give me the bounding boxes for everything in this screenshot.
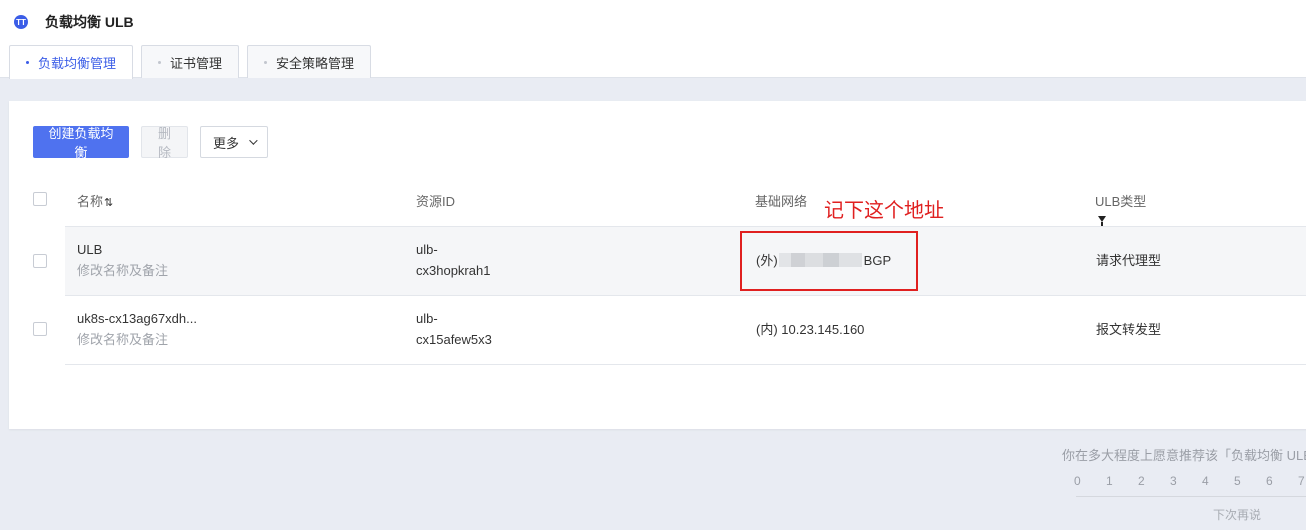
resource-id-line1: ulb-: [416, 242, 438, 257]
top-header: TT 负载均衡 ULB 负载均衡管理 证书管理 安全策略管理: [0, 0, 1306, 79]
column-header-name[interactable]: 名称⇅: [77, 191, 113, 210]
toolbar: 创建负载均衡 删除 更多: [33, 126, 268, 160]
annotation-highlight-box: [740, 231, 918, 291]
remind-later-link[interactable]: 下次再说: [1213, 506, 1261, 523]
column-header-resource-id: 资源ID: [416, 194, 456, 209]
tab-ulb-management[interactable]: 负载均衡管理: [9, 45, 134, 79]
chevron-down-icon: [249, 136, 258, 145]
table-bottom-border: [65, 364, 1306, 365]
tab-dot-icon: [264, 60, 268, 64]
resource-id-cell: ulb- cx15afew5x3: [416, 308, 492, 350]
ulb-type-cell: 请求代理型: [1096, 253, 1162, 268]
resource-id-line2: cx3hopkrah1: [416, 263, 491, 278]
tab-bar: 负载均衡管理 证书管理 安全策略管理: [9, 45, 379, 79]
page-title: 负载均衡 ULB: [45, 14, 134, 30]
scale-option[interactable]: 3: [1170, 474, 1177, 488]
resource-id-line1: ulb-: [416, 311, 438, 326]
ulb-name-link[interactable]: ULB: [77, 239, 168, 260]
edit-remark-link[interactable]: 修改名称及备注: [77, 329, 197, 350]
more-label: 更多: [213, 135, 240, 151]
tab-security-policy-management[interactable]: 安全策略管理: [247, 45, 372, 78]
survey-question: 你在多大程度上愿意推荐该「负载均衡 ULB」产品: [1062, 448, 1306, 463]
resource-id-cell: ulb- cx3hopkrah1: [416, 239, 490, 281]
ulb-logo-icon: TT: [14, 15, 28, 29]
name-cell: ULB 修改名称及备注: [77, 239, 168, 281]
filter-icon[interactable]: [1098, 215, 1106, 222]
select-all-checkbox[interactable]: [33, 192, 47, 206]
sort-icon[interactable]: ⇅: [104, 197, 113, 209]
row-checkbox[interactable]: [33, 322, 47, 336]
scale-option[interactable]: 5: [1234, 474, 1241, 488]
delete-button[interactable]: 删除: [141, 126, 188, 160]
row-checkbox[interactable]: [33, 254, 47, 268]
scale-option[interactable]: 0: [1074, 474, 1081, 488]
resource-id-line2: cx15afew5x3: [416, 332, 492, 347]
tab-label: 安全策略管理: [276, 55, 355, 71]
tab-label: 证书管理: [170, 55, 223, 71]
annotation-text: 记下这个地址: [824, 200, 944, 222]
tab-certificate-management[interactable]: 证书管理: [141, 45, 240, 78]
scale-option[interactable]: 2: [1138, 474, 1145, 488]
header-ulb-type-label: ULB类型: [1095, 194, 1147, 209]
tab-dot-icon: [26, 61, 29, 64]
page-title-row: TT 负载均衡 ULB: [14, 12, 134, 32]
network-cell: (内) 10.23.145.160: [756, 319, 864, 340]
name-cell: uk8s-cx13ag67xdh... 修改名称及备注: [77, 308, 197, 350]
tab-label: 负载均衡管理: [38, 56, 117, 71]
more-dropdown[interactable]: 更多: [200, 126, 268, 158]
tab-dot-icon: [158, 60, 162, 64]
create-ulb-button[interactable]: 创建负载均衡: [33, 126, 129, 160]
scale-option[interactable]: 4: [1202, 474, 1209, 488]
column-header-network: 基础网络: [755, 194, 808, 209]
ulb-name-link[interactable]: uk8s-cx13ag67xdh...: [77, 308, 197, 329]
scale-option[interactable]: 6: [1266, 474, 1273, 488]
scale-option[interactable]: 7: [1298, 474, 1305, 488]
ulb-type-cell: 报文转发型: [1096, 322, 1162, 337]
scale-divider: [1076, 496, 1306, 497]
ulb-list-card: 创建负载均衡 删除 更多 名称⇅ 资源ID 基础网络 ULB类型 ULB 修改名…: [9, 101, 1306, 429]
column-header-ulb-type[interactable]: ULB类型: [1095, 191, 1154, 226]
scale-option[interactable]: 1: [1106, 474, 1113, 488]
network-value: (内) 10.23.145.160: [756, 322, 865, 337]
header-name-label: 名称: [77, 194, 104, 209]
edit-remark-link[interactable]: 修改名称及备注: [77, 260, 168, 281]
